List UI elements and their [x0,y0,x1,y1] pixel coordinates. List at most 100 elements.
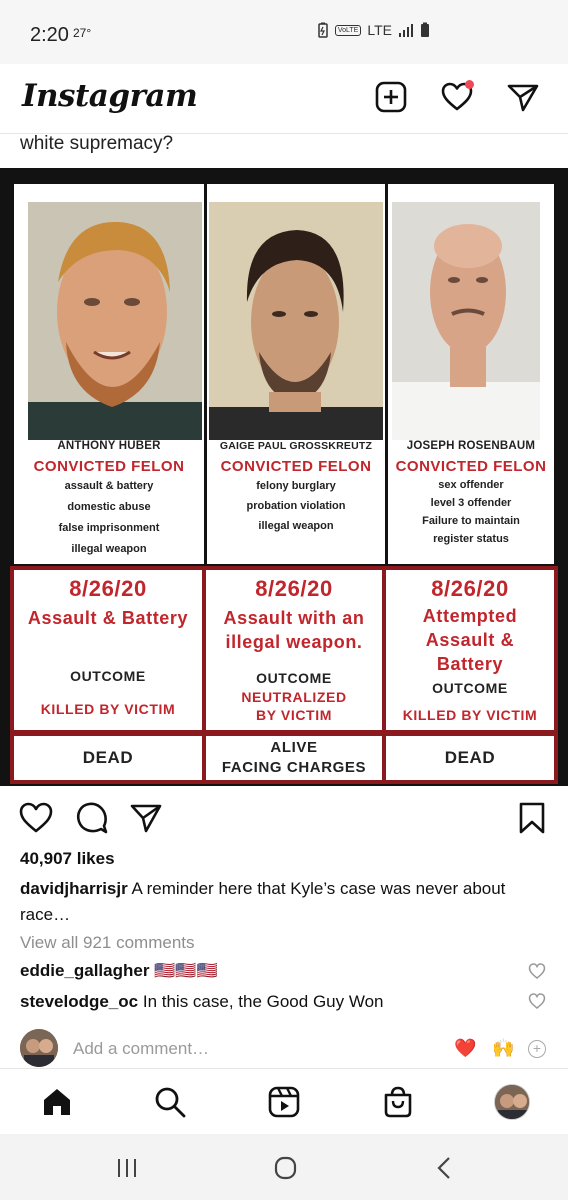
network-label: LTE [367,22,392,38]
mugshot-huber [28,202,202,440]
add-comment-row: Add a comment… ❤️ 🙌 + [0,1026,568,1070]
outcome-result: BY VICTIM [256,707,332,723]
final-status: DEAD [444,748,496,767]
incident-desc: Assault & [425,630,515,650]
crime-item: Failure to maintain [422,515,520,527]
crime-item: probation violation [246,500,346,512]
final-status: FACING CHARGES [221,759,367,776]
crime-item: assault & battery [64,480,154,492]
direct-message-icon[interactable] [506,80,540,114]
crime-item: register status [433,533,509,545]
crime-item: false imprisonment [58,522,160,534]
post-actions [0,792,568,842]
user-avatar[interactable] [20,1029,58,1067]
outcome-label: OUTCOME [70,668,146,684]
comment-text: 🇺🇸🇺🇸🇺🇸 [154,961,218,980]
new-post-icon[interactable] [374,80,408,114]
save-bookmark-icon[interactable] [514,800,550,836]
person-info-grosskreutz: GAIGE PAUL GROSSKREUTZ CONVICTED FELON f… [207,440,385,535]
quick-emoji-raised-hands[interactable]: 🙌 [492,1038,514,1059]
caption-username[interactable]: davidjharrisjr [20,879,128,898]
felon-label: CONVICTED FELON [395,458,547,475]
search-icon[interactable] [153,1085,187,1119]
shop-icon[interactable] [381,1085,415,1119]
notification-dot [465,80,474,89]
person-card-rosenbaum: JOSEPH ROSENBAUM CONVICTED FELON sex off… [388,184,554,564]
incident-date: 8/26/20 [431,576,509,601]
more-emoji-plus-icon[interactable]: + [528,1040,546,1058]
comment-like-heart-icon[interactable] [528,992,546,1010]
comment-row: eddie_gallagher 🇺🇸🇺🇸🇺🇸 [20,961,218,981]
comment-like-heart-icon[interactable] [528,962,546,980]
outcome-result: NEUTRALIZED [241,689,347,705]
person-name: JOSEPH ROSENBAUM [406,440,536,452]
status-icons: VoLTE LTE [317,22,430,38]
comment-username[interactable]: stevelodge_oc [20,992,138,1011]
final-status-grosskreutz: ALIVE FACING CHARGES [206,736,382,780]
person-card-grosskreutz: GAIGE PAUL GROSSKREUTZ CONVICTED FELON f… [207,184,385,564]
incident-desc: Assault with an [223,608,365,628]
system-nav-bar [0,1134,568,1200]
comment-username[interactable]: eddie_gallagher [20,961,149,980]
post-image[interactable]: ANTHONY HUBER CONVICTED FELON assault & … [0,168,568,786]
incident-desc: Assault & Battery [27,608,189,628]
like-heart-icon[interactable] [18,800,54,836]
status-bar: 2:20 27° VoLTE LTE [0,0,568,64]
app-header: Instagram [0,64,568,134]
incident-cell-grosskreutz: 8/26/20 Assault with an illegal weapon. … [206,570,382,730]
battery-saver-icon [317,22,329,38]
final-status: DEAD [82,748,134,767]
outcome-label: OUTCOME [432,680,508,696]
incident-table: 8/26/20 Assault & Battery OUTCOME KILLED… [10,566,558,784]
incident-cell-rosenbaum: 8/26/20 Attempted Assault & Battery OUTC… [386,570,554,730]
profile-avatar[interactable] [494,1084,530,1120]
incident-desc: illegal weapon. [225,632,363,652]
outcome-result: KILLED BY VICTIM [40,701,176,717]
crime-item: felony burglary [256,480,336,492]
comment-text: In this case, the Good Guy Won [142,992,384,1011]
outcome-label: OUTCOME [256,670,332,686]
volte-label: VoLTE [334,24,362,36]
incident-desc: Battery [436,654,504,674]
person-name: ANTHONY HUBER [57,440,161,452]
person-info-huber: ANTHONY HUBER CONVICTED FELON assault & … [14,440,204,559]
crime-item: illegal weapon [258,520,334,532]
felon-label: CONVICTED FELON [33,458,185,475]
incident-cell-huber: 8/26/20 Assault & Battery OUTCOME KILLED… [14,570,202,730]
incident-date: 8/26/20 [69,576,147,601]
bottom-tab-bar [0,1068,568,1134]
mugshot-rosenbaum [392,202,540,440]
comment-icon[interactable] [74,800,110,836]
status-temperature: 27° [73,26,92,40]
crime-item: sex offender [438,479,504,491]
outcome-result: KILLED BY VICTIM [402,707,538,723]
felon-label: CONVICTED FELON [220,458,372,475]
signal-icon [398,23,414,37]
caption-overflow-text: white supremacy? [20,133,174,154]
quick-emoji-heart[interactable]: ❤️ [454,1038,476,1059]
add-comment-input[interactable]: Add a comment… [73,1039,209,1059]
mugshot-grosskreutz [209,202,383,440]
reels-icon[interactable] [267,1085,301,1119]
home-icon[interactable] [40,1085,74,1119]
final-status-rosenbaum: DEAD [386,736,554,780]
crime-item: level 3 offender [430,497,512,509]
incident-desc: Attempted [422,606,518,626]
likes-count[interactable]: 40,907 likes [20,849,115,869]
view-all-comments-link[interactable]: View all 921 comments [20,933,195,953]
home-circle-icon[interactable] [270,1154,300,1182]
share-icon[interactable] [128,800,164,836]
recent-apps-icon[interactable] [112,1154,142,1182]
person-card-huber: ANTHONY HUBER CONVICTED FELON assault & … [14,184,204,564]
post-caption: davidjharrisjr A reminder here that Kyle… [20,876,550,928]
back-icon[interactable] [430,1154,460,1182]
crime-item: illegal weapon [71,543,147,555]
activity-heart-icon[interactable] [440,80,474,114]
battery-icon [420,22,430,38]
comment-row: stevelodge_oc In this case, the Good Guy… [20,992,384,1012]
instagram-logo[interactable]: Instagram [22,78,198,114]
incident-date: 8/26/20 [255,576,333,601]
person-name: GAIGE PAUL GROSSKREUTZ [219,440,373,452]
person-info-rosenbaum: JOSEPH ROSENBAUM CONVICTED FELON sex off… [388,440,554,547]
status-time: 2:20 [30,24,69,46]
